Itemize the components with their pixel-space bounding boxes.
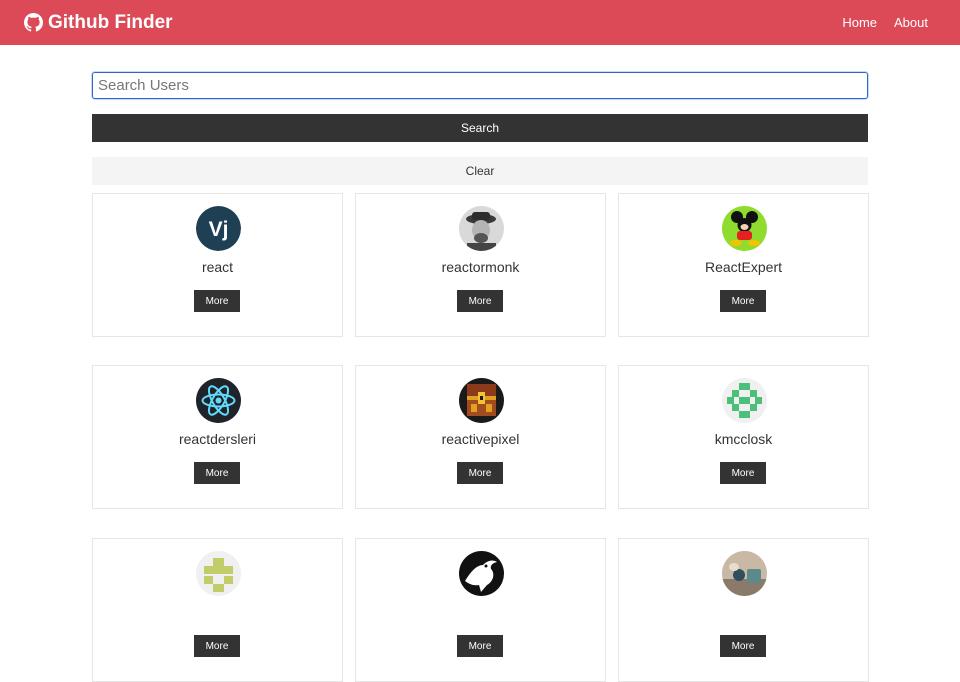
- avatar: Vj: [196, 206, 241, 251]
- user-login: reactdersleri: [178, 431, 257, 447]
- clear-button[interactable]: Clear: [92, 157, 868, 185]
- more-button[interactable]: More: [720, 635, 766, 657]
- black-bird-silhouette-icon: [459, 551, 504, 596]
- avatar: [459, 206, 504, 251]
- more-button[interactable]: More: [720, 462, 766, 484]
- more-button[interactable]: More: [194, 635, 240, 657]
- user-card: reactivepixel More: [355, 365, 606, 509]
- more-button[interactable]: More: [194, 290, 240, 312]
- avatar: [722, 206, 767, 251]
- search-input[interactable]: [92, 72, 868, 99]
- brand[interactable]: Github Finder: [24, 12, 173, 34]
- github-icon: [24, 13, 43, 32]
- photo-avatar-icon: [722, 551, 767, 596]
- nav-links: Home About: [842, 15, 928, 30]
- search-form: Search: [92, 72, 869, 142]
- user-login: ReactExpert: [704, 259, 783, 275]
- nav-link-about[interactable]: About: [894, 15, 928, 30]
- user-card: reactdersleri More: [92, 365, 343, 509]
- mickey-mouse-icon: [722, 206, 767, 251]
- react-atom-icon: [196, 378, 241, 423]
- user-card: More: [618, 538, 869, 682]
- user-card: More: [92, 538, 343, 682]
- user-card: Vj react More: [92, 193, 343, 337]
- user-login: react: [201, 259, 234, 275]
- man-with-hat-photo-icon: [459, 206, 504, 251]
- user-login: kmcclosk: [714, 431, 773, 447]
- user-card: reactormonk More: [355, 193, 606, 337]
- more-button[interactable]: More: [194, 462, 240, 484]
- brand-title: Github Finder: [48, 11, 173, 33]
- main-container: Search Clear: [92, 72, 869, 185]
- pixel-treasure-chest-icon: [459, 378, 504, 423]
- more-button[interactable]: More: [457, 462, 503, 484]
- more-button[interactable]: More: [720, 290, 766, 312]
- avatar: [459, 551, 504, 596]
- avatar: [722, 378, 767, 423]
- avatar: [196, 551, 241, 596]
- green-identicon-icon: [722, 378, 767, 423]
- avatar: [196, 378, 241, 423]
- more-button[interactable]: More: [457, 635, 503, 657]
- user-login: reactivepixel: [441, 431, 520, 447]
- user-card: More: [355, 538, 606, 682]
- more-button[interactable]: More: [457, 290, 503, 312]
- avatar: [459, 378, 504, 423]
- navbar: Github Finder Home About: [0, 0, 960, 45]
- search-button[interactable]: Search: [92, 114, 868, 142]
- svg-text:Vj: Vj: [209, 218, 229, 241]
- nav-link-home[interactable]: Home: [842, 15, 877, 30]
- avatar: [722, 551, 767, 596]
- user-card: ReactExpert More: [618, 193, 869, 337]
- user-card: kmcclosk More: [618, 365, 869, 509]
- user-login: reactormonk: [441, 259, 520, 275]
- olive-identicon-icon: [196, 551, 241, 596]
- vj-logo-avatar-icon: Vj: [196, 206, 241, 251]
